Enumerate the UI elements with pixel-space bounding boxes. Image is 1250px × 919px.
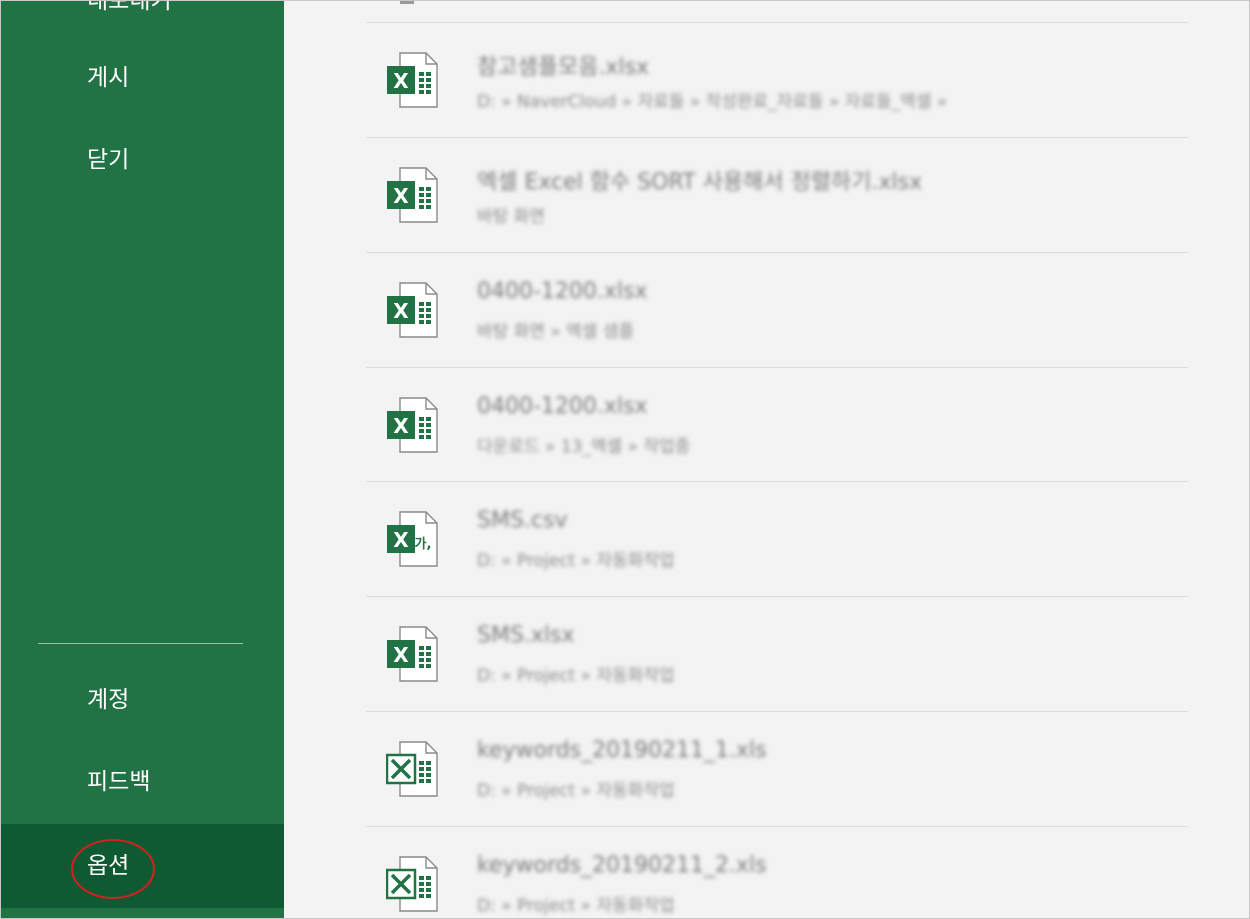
list-item-partial [366, 1, 1188, 22]
excel-file-icon: X [387, 397, 438, 453]
excel-backstage: 내보내기 게시 닫기 계정 피드백 옵션 X 참고샘플모음.xlsx D: » … [0, 0, 1250, 919]
sidebar-item-label: 닫기 [87, 147, 130, 173]
svg-text:X: X [393, 414, 409, 438]
svg-text:X: X [393, 184, 409, 208]
file-path: 바탕 화면 [477, 207, 545, 227]
excel-file-icon: X [387, 167, 438, 223]
sidebar-item-label: 게시 [87, 65, 130, 91]
file-name: 0400-1200.xlsx [477, 279, 648, 304]
svg-text:X: X [393, 69, 409, 93]
sidebar-item-label: 계정 [87, 687, 130, 713]
list-item[interactable]: X 엑셀 Excel 함수 SORT 사용해서 정렬하기.xlsx 바탕 화면 [366, 137, 1188, 252]
list-item[interactable]: X SMS.xlsx D: » Project » 자동화작업 [366, 596, 1188, 711]
sidebar-item-close[interactable]: 닫기 [1, 119, 284, 201]
excel-file-icon: X [387, 282, 438, 338]
sidebar-item-label: 피드백 [87, 769, 151, 795]
file-path: D: » NaverCloud » 자료들 » 작성완료_자료들 » 자료들_엑… [477, 92, 948, 112]
sidebar-item-account[interactable]: 계정 [1, 659, 284, 741]
sidebar-item-label: 옵션 [87, 853, 130, 879]
list-item[interactable]: X 0400-1200.xlsx 다운로드 » 13_엑셀 » 작업중 [366, 367, 1188, 482]
sidebar-item-feedback[interactable]: 피드백 [1, 741, 284, 823]
list-item[interactable]: X 참고샘플모음.xlsx D: » NaverCloud » 자료들 » 작성… [366, 22, 1188, 137]
list-item[interactable]: X 0400-1200.xlsx 바탕 화면 » 엑셀 샘플 [366, 252, 1188, 367]
recent-files-list: X 참고샘플모음.xlsx D: » NaverCloud » 자료들 » 작성… [284, 1, 1249, 918]
svg-text:X: X [393, 528, 409, 552]
file-name: keywords_20190211_2.xls [477, 853, 767, 878]
file-name: 엑셀 Excel 함수 SORT 사용해서 정렬하기.xlsx [477, 170, 923, 195]
file-path: D: » Project » 자동화작업 [477, 666, 675, 686]
svg-text:가,: 가, [415, 537, 432, 552]
svg-text:X: X [393, 299, 409, 323]
list-item[interactable]: keywords_20190211_2.xls D: » Project » 자… [366, 826, 1188, 918]
excel-legacy-icon [386, 856, 438, 912]
svg-text:X: X [393, 643, 409, 667]
excel-csv-icon: 가, X [387, 511, 438, 567]
list-item[interactable]: keywords_20190211_1.xls D: » Project » 자… [366, 711, 1188, 826]
list-item[interactable]: 가, X SMS.csv D: » Project » 자동화작업 [366, 481, 1188, 596]
file-name: SMS.csv [477, 508, 568, 533]
file-name: 0400-1200.xlsx [477, 394, 648, 419]
file-path: 바탕 화면 » 엑셀 샘플 [477, 322, 635, 342]
file-name: 참고샘플모음.xlsx [477, 55, 650, 80]
excel-legacy-icon [386, 741, 438, 797]
sidebar-item-export[interactable]: 내보내기 [1, 0, 284, 42]
file-path: D: » Project » 자동화작업 [477, 781, 675, 801]
sidebar-item-label: 내보내기 [87, 0, 172, 14]
file-path: 다운로드 » 13_엑셀 » 작업중 [477, 437, 691, 457]
excel-file-icon: X [387, 626, 438, 682]
file-name: SMS.xlsx [477, 623, 575, 648]
file-path: D: » Project » 자동화작업 [477, 551, 675, 571]
backstage-sidebar: 내보내기 게시 닫기 계정 피드백 옵션 [1, 1, 284, 918]
file-name: keywords_20190211_1.xls [477, 738, 767, 763]
sidebar-divider [38, 643, 243, 644]
sidebar-item-publish[interactable]: 게시 [1, 37, 284, 119]
excel-file-icon: X [387, 52, 438, 108]
sidebar-item-options[interactable]: 옵션 [1, 824, 284, 908]
file-path: D: » Project » 자동화작업 [477, 896, 675, 916]
